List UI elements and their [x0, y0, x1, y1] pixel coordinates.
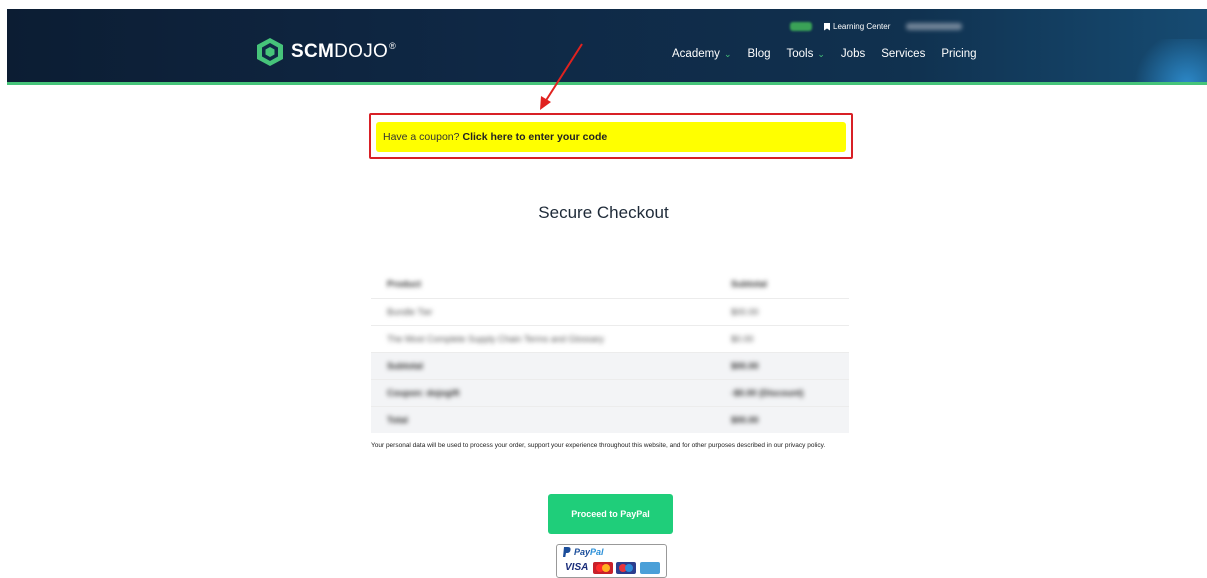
nav-tools[interactable]: Tools ⌄ [787, 48, 825, 60]
table-row: Coupon: dojogift -$0.00 (Discount) [371, 379, 849, 406]
privacy-notice: Your personal data will be used to proce… [371, 442, 826, 449]
site-header: SCMDOJO® Learning Center Academy ⌄ Blog T… [7, 9, 1207, 82]
nav-blog[interactable]: Blog [747, 48, 770, 60]
header-accent-line [7, 82, 1207, 85]
account-menu[interactable] [906, 23, 963, 30]
paypal-logo: Pay Pal [563, 547, 604, 557]
visa-logo: VISA [565, 562, 589, 573]
chevron-down-icon: ⌄ [817, 48, 825, 59]
table-cell: Product [387, 279, 422, 289]
coupon-notice: Have a coupon? Click here to enter your … [376, 122, 846, 152]
logo-text: SCMDOJO® [291, 41, 397, 62]
nav-services[interactable]: Services [881, 48, 925, 60]
nav-pricing[interactable]: Pricing [941, 48, 976, 60]
mastercard-icon [593, 562, 613, 574]
main-nav: Academy ⌄ Blog Tools ⌄ Jobs Services Prici… [672, 48, 992, 60]
paypal-icon [563, 547, 571, 557]
table-cell: Bundle Tier [387, 307, 433, 317]
proceed-to-paypal-button[interactable]: Proceed to PayPal [548, 494, 673, 534]
payment-methods-badge: Pay Pal VISA [556, 544, 667, 578]
table-cell: -$0.00 (Discount) [731, 388, 804, 398]
table-row: Total $00.00 [371, 406, 849, 433]
topbar-badge[interactable] [790, 22, 812, 31]
chevron-down-icon: ⌄ [723, 48, 732, 59]
topbar: Learning Center [790, 22, 963, 31]
table-cell: $00.00 [731, 415, 759, 425]
table-cell: Subtotal [387, 361, 423, 371]
logo-cube-icon [257, 38, 283, 66]
table-cell: $00.00 [731, 307, 759, 317]
table-row: The Most Complete Supply Chain Terms and… [371, 325, 849, 352]
table-cell: $00.00 [731, 361, 759, 371]
site-logo[interactable]: SCMDOJO® [255, 37, 396, 67]
maestro-icon [616, 562, 636, 574]
table-cell: $0.00 [731, 334, 754, 344]
order-review-table: Product Subtotal Bundle Tier $00.00 The … [371, 270, 849, 433]
table-row: Bundle Tier $00.00 [371, 298, 849, 325]
table-row: Subtotal $00.00 [371, 352, 849, 379]
table-cell: Coupon: dojogift [387, 388, 460, 398]
table-header-row: Product Subtotal [371, 270, 849, 298]
table-cell: Total [387, 415, 408, 425]
learning-center-link[interactable]: Learning Center [833, 22, 890, 31]
coupon-prefix: Have a coupon? [383, 131, 460, 143]
nav-jobs[interactable]: Jobs [841, 48, 865, 60]
amex-icon [640, 562, 660, 574]
nav-academy[interactable]: Academy ⌄ [672, 48, 731, 60]
table-cell: The Most Complete Supply Chain Terms and… [387, 334, 604, 344]
enter-coupon-link[interactable]: Click here to enter your code [462, 131, 607, 143]
table-cell: Subtotal [731, 279, 767, 289]
bookmark-icon [824, 22, 830, 31]
page-title: Secure Checkout [538, 203, 669, 222]
